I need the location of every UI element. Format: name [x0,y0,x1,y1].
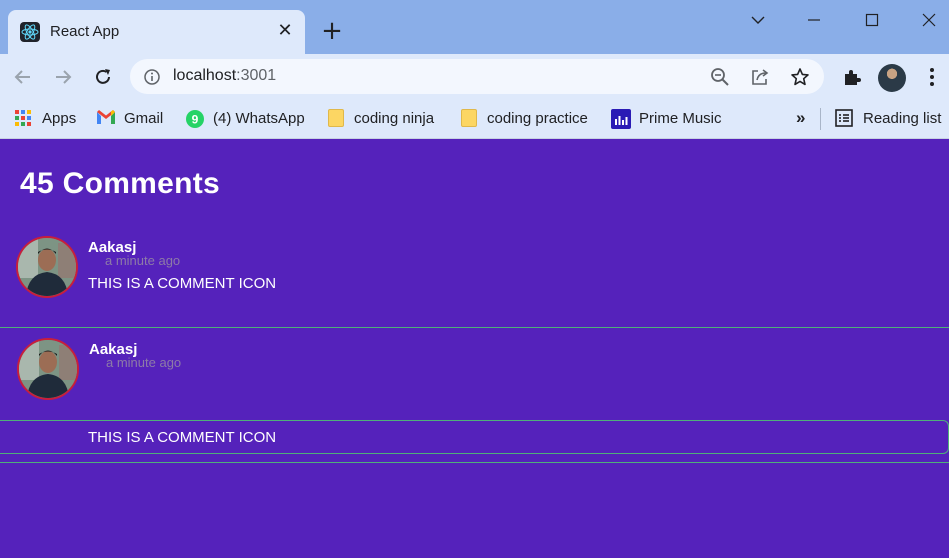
url-text: localhost:3001 [173,67,277,84]
extensions-puzzle-icon[interactable] [840,65,864,89]
browser-title-bar: React App ✕ + [0,0,949,54]
reading-list-button[interactable]: Reading list [835,107,941,129]
comments-page: 45 Comments Aakasj a minute ago THIS IS … [0,140,949,558]
bookmark-star-icon[interactable] [789,66,811,88]
new-tab-button[interactable]: + [320,18,344,44]
browser-menu-icon[interactable] [920,65,944,89]
bookmark-prime-music[interactable]: Prime Music [611,107,722,129]
reload-icon[interactable] [89,63,117,91]
comment-text: THIS IS A COMMENT ICON [88,429,277,446]
bookmark-label: Gmail [124,109,164,127]
comment-divider [0,462,949,463]
comment-divider [0,327,949,328]
whatsapp-icon: 9 [185,109,204,128]
comments-heading: 45 Comments [20,167,221,200]
back-arrow-icon[interactable] [9,63,37,91]
bookmark-coding-ninja[interactable]: coding ninja [328,107,434,129]
bookmark-whatsapp[interactable]: 9 (4) WhatsApp [185,107,305,129]
forward-arrow-icon[interactable] [49,63,77,91]
maximize-window-icon[interactable] [852,6,892,34]
minimize-window-icon[interactable] [794,6,834,34]
tab-react-app[interactable]: React App ✕ [8,10,305,54]
comment-text: THIS IS A COMMENT ICON [88,275,277,292]
apps-grid-icon [14,109,32,127]
tab-search-chevron-icon[interactable] [738,6,778,34]
bookmark-apps[interactable]: Apps [14,107,76,129]
react-logo-icon [20,22,40,42]
bookmarks-divider [820,108,821,130]
close-tab-icon[interactable]: ✕ [275,21,295,41]
close-window-icon[interactable] [909,6,949,34]
comment-avatar [16,236,78,298]
folder-icon [328,109,344,127]
svg-text:9: 9 [192,113,199,127]
bookmark-label: coding ninja [354,109,435,127]
profile-avatar[interactable] [878,64,906,92]
share-icon[interactable] [749,66,771,88]
reading-list-label: Reading list [863,109,942,127]
browser-toolbar: localhost:3001 [0,54,949,100]
bookmark-label: (4) WhatsApp [213,109,305,127]
comment-avatar [17,338,79,400]
prime-music-icon [611,109,631,129]
bookmark-gmail[interactable]: Gmail [96,107,163,129]
bookmark-label: Prime Music [639,109,722,127]
tab-title: React App [50,23,120,40]
comment-timestamp: a minute ago [105,253,181,268]
folder-icon [461,109,477,127]
bookmark-coding-practice[interactable]: coding practice [461,107,588,129]
more-bookmarks-button[interactable]: » [796,107,805,129]
bookmarks-bar: Apps Gmail 9 (4) WhatsApp coding ninja c… [0,100,949,139]
bookmark-label: Apps [42,109,77,127]
reading-list-icon [835,109,853,127]
gmail-icon [96,109,115,127]
comment-text-box: THIS IS A COMMENT ICON [0,420,949,454]
address-bar[interactable]: localhost:3001 [130,59,824,94]
site-info-icon[interactable] [141,66,163,88]
bookmark-label: coding practice [487,109,588,127]
comment-timestamp: a minute ago [106,355,182,370]
zoom-icon[interactable] [709,66,731,88]
